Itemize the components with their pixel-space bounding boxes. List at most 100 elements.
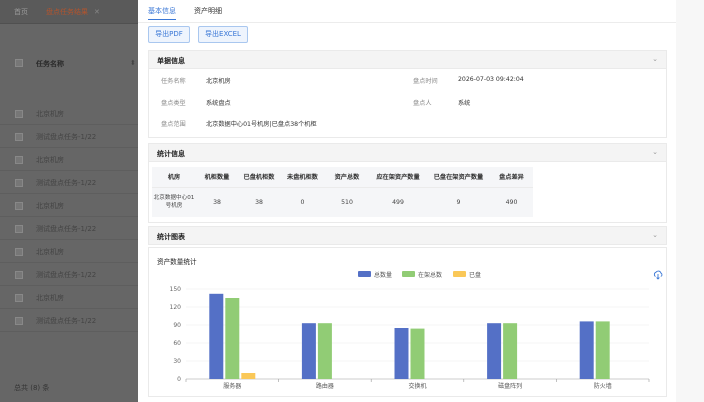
tab-inventory-result-label: 盘点任务结果	[46, 8, 88, 16]
inventory-time-value: 2026-07-03 09:42:04	[458, 76, 524, 83]
table-cell: 499	[369, 187, 427, 217]
bar-total	[209, 293, 224, 379]
bar-in-rack	[595, 321, 610, 379]
task-name-cell: 测试盘点任务-1/22	[36, 179, 97, 187]
bar-in-rack	[225, 298, 240, 379]
table-row[interactable]: 北京机房	[0, 148, 140, 171]
inventory-person-label: 盘点人	[413, 100, 432, 107]
table-cell: 38	[196, 187, 238, 217]
task-name-cell: 北京机房	[36, 156, 64, 164]
table-header-row: 机房 机柜数量 已盘机柜数 未盘机柜数 资产总数 应在架资产数量 已盘在架资产数…	[152, 167, 533, 188]
task-name-cell: 北京机房	[36, 110, 64, 118]
task-name-cell: 测试盘点任务-1/22	[36, 133, 97, 141]
chevron-down-icon[interactable]: ⌄	[652, 148, 658, 156]
bar-total	[394, 328, 409, 379]
y-tick-label: 150	[170, 286, 182, 293]
table-row[interactable]: 北京机房	[0, 286, 140, 309]
bar-in-rack	[503, 323, 518, 379]
inventory-type-value: 系统盘点	[206, 100, 231, 107]
bar-counted	[241, 373, 256, 379]
inventory-time-label: 盘点时间	[413, 78, 438, 85]
row-checkbox[interactable]	[15, 156, 23, 164]
x-tick-label: 路由器	[316, 382, 334, 390]
row-checkbox[interactable]	[15, 317, 23, 325]
x-tick-label: 防火墙	[594, 382, 612, 390]
asset-count-chart-panel: 资产数量统计 总数量 在架总数 已盘 0 30 60 90 120 150 服务器 路由器 交换机磁…	[148, 247, 667, 397]
basic-info-section: 单据信息 ⌄ 任务名称 北京机房 盘点时间 2026-07-03 09:42:0…	[148, 50, 667, 138]
detail-drawer: 基本信息 资产明细 导出PDF 导出EXCEL 单据信息 ⌄ 任务名称 北京机房…	[138, 0, 676, 402]
y-tick-label: 60	[173, 340, 181, 347]
row-checkbox[interactable]	[15, 248, 23, 256]
bar-total	[301, 323, 316, 379]
section-header[interactable]: 统计图表 ⌄	[149, 227, 666, 245]
table-row[interactable]: 北京机房	[0, 194, 140, 217]
task-name-value: 北京机房	[206, 78, 231, 85]
row-checkbox[interactable]	[15, 133, 23, 141]
table-cell: 北京数据中心01号机房	[152, 187, 196, 217]
pagination-total: 总共 (8) 条	[14, 384, 50, 392]
right-margin	[676, 0, 704, 402]
column-header: 已盘在架资产数量	[427, 167, 490, 188]
row-checkbox[interactable]	[15, 294, 23, 302]
y-tick-label: 0	[177, 376, 181, 383]
inventory-type-label: 盘点类型	[161, 100, 186, 107]
task-name-cell: 测试盘点任务-1/22	[36, 317, 97, 325]
table-cell: 9	[427, 187, 490, 217]
row-checkbox[interactable]	[15, 225, 23, 233]
y-tick-label: 90	[173, 322, 181, 329]
bar-chart: 0 30 60 90 120 150 服务器 路由器 交换机 磁盘阵列 防火墙	[170, 286, 650, 390]
export-pdf-button[interactable]: 导出PDF	[148, 26, 190, 43]
column-header: 机房	[152, 167, 196, 188]
section-header[interactable]: 统计信息 ⌄	[149, 144, 666, 162]
task-name-label: 任务名称	[161, 78, 186, 85]
table-row[interactable]: 测试盘点任务-1/22	[0, 263, 140, 286]
x-tick-label: 服务器	[223, 382, 241, 390]
background-table-header: 任务名称 ⬍	[0, 50, 140, 76]
table-cell: 510	[325, 187, 369, 217]
y-tick-label: 30	[173, 358, 181, 365]
table-row[interactable]: 测试盘点任务-1/22	[0, 217, 140, 240]
task-name-cell: 北京机房	[36, 248, 64, 256]
bar-total	[487, 323, 502, 379]
table-cell: 490	[490, 187, 533, 217]
row-checkbox[interactable]	[15, 179, 23, 187]
tab-home[interactable]: 首页	[14, 7, 28, 17]
section-title: 统计信息	[157, 150, 185, 158]
table-row[interactable]: 北京机房	[0, 240, 140, 263]
column-header: 未盘机柜数	[280, 167, 325, 188]
row-checkbox[interactable]	[15, 110, 23, 118]
chevron-down-icon[interactable]: ⌄	[652, 231, 658, 239]
section-header[interactable]: 单据信息 ⌄	[149, 51, 666, 69]
task-name-cell: 测试盘点任务-1/22	[36, 225, 97, 233]
tab-asset-detail[interactable]: 资产明细	[194, 6, 222, 19]
table-row[interactable]: 测试盘点任务-1/22	[0, 309, 140, 332]
select-all-checkbox[interactable]	[15, 59, 23, 67]
x-tick-label: 磁盘阵列	[498, 382, 522, 390]
inventory-scope-label: 盘点范围	[161, 121, 186, 128]
table-row[interactable]: 测试盘点任务-1/22	[0, 125, 140, 148]
inventory-scope-value: 北京数据中心01号机房|已盘点38个机柜	[206, 121, 317, 128]
section-title: 统计图表	[157, 233, 185, 241]
column-header-task-name: 任务名称	[36, 60, 64, 68]
bar-total	[579, 321, 594, 379]
export-excel-button[interactable]: 导出EXCEL	[198, 26, 248, 43]
close-icon[interactable]: ✕	[94, 8, 100, 16]
column-header: 应在架资产数量	[369, 167, 427, 188]
tab-inventory-result[interactable]: 盘点任务结果 ✕	[46, 7, 100, 17]
table-row[interactable]: 北京机房	[0, 102, 140, 125]
statistics-table: 机房 机柜数量 已盘机柜数 未盘机柜数 资产总数 应在架资产数量 已盘在架资产数…	[152, 167, 533, 217]
tab-basic-info[interactable]: 基本信息	[148, 6, 176, 20]
row-checkbox[interactable]	[15, 202, 23, 210]
column-header: 已盘机柜数	[238, 167, 280, 188]
sort-icon[interactable]: ⬍	[130, 59, 136, 67]
inventory-person-value: 系统	[458, 100, 471, 107]
task-name-cell: 测试盘点任务-1/22	[36, 271, 97, 279]
y-tick-label: 120	[170, 304, 182, 311]
charts-section: 统计图表 ⌄	[148, 226, 667, 245]
table-row[interactable]: 测试盘点任务-1/22	[0, 171, 140, 194]
x-tick-label: 交换机	[408, 382, 426, 390]
row-checkbox[interactable]	[15, 271, 23, 279]
chevron-down-icon[interactable]: ⌄	[652, 55, 658, 63]
column-header: 机柜数量	[196, 167, 238, 188]
task-name-cell: 北京机房	[36, 202, 64, 210]
